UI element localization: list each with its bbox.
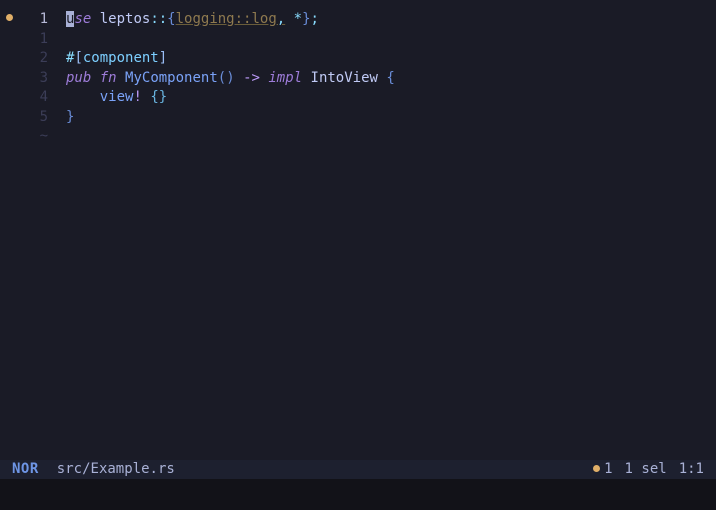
selection-count: 1 sel (625, 460, 667, 480)
status-left: NOR src/Example.rs (0, 460, 175, 480)
statusbar: NOR src/Example.rs 1 1 sel 1:1 (0, 460, 716, 480)
code-content[interactable]: #[component] (58, 49, 167, 69)
code-line[interactable]: 1 use leptos::{logging::log, *}; (0, 10, 716, 30)
warning-dot-icon (593, 465, 600, 472)
code-content[interactable]: pub fn MyComponent() -> impl IntoView { (58, 69, 395, 89)
gutter-linenum: 4 (0, 88, 58, 108)
code-line[interactable]: 3 pub fn MyComponent() -> impl IntoView … (0, 69, 716, 89)
code-line[interactable]: 5 } (0, 108, 716, 128)
gutter-linenum: 5 (0, 108, 58, 128)
cursor-position: 1:1 (679, 460, 704, 480)
code-line[interactable]: 2 #[component] (0, 49, 716, 69)
code-content[interactable]: use leptos::{logging::log, *}; (58, 10, 319, 30)
status-right: 1 1 sel 1:1 (593, 460, 716, 480)
file-path: src/Example.rs (57, 460, 175, 480)
command-line-area[interactable] (0, 479, 716, 510)
gutter-linenum: 2 (0, 49, 58, 69)
diagnostic-count: 1 (593, 460, 612, 480)
code-line[interactable]: 1 (0, 30, 716, 50)
code-content[interactable]: view! {} (58, 88, 167, 108)
gutter-linenum: 3 (0, 69, 58, 89)
code-area[interactable]: 1 use leptos::{logging::log, *}; 1 2 #[c… (0, 10, 716, 460)
gutter-linenum: 1 (0, 30, 58, 50)
gutter-linenum: 1 (0, 10, 58, 30)
gutter-tilde: ~ (0, 127, 58, 147)
empty-line: ~ (0, 127, 716, 147)
code-content[interactable] (58, 30, 66, 50)
editor-mode: NOR (12, 460, 39, 480)
code-content[interactable]: } (58, 108, 74, 128)
code-line[interactable]: 4 view! {} (0, 88, 716, 108)
editor-root: 1 use leptos::{logging::log, *}; 1 2 #[c… (0, 0, 716, 510)
